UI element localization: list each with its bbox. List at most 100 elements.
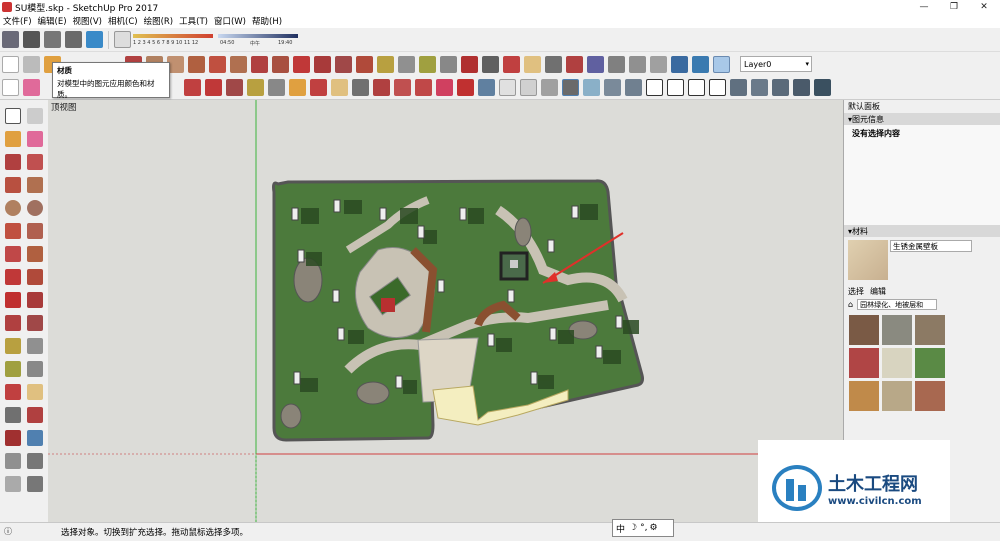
follow-me-icon[interactable]: [27, 291, 43, 308]
swatch[interactable]: [915, 381, 945, 411]
library-select[interactable]: 园林绿化、地被层和: [857, 298, 938, 310]
offset-icon[interactable]: [356, 55, 373, 73]
previous-view-icon[interactable]: [27, 429, 43, 446]
three-point-arc-icon[interactable]: [5, 245, 21, 262]
maximize-button[interactable]: ❐: [940, 0, 968, 14]
paint-tool-icon[interactable]: [289, 79, 306, 96]
tape-measure-icon[interactable]: [5, 337, 21, 354]
scale-tool-icon[interactable]: [226, 79, 243, 96]
section-plane-icon[interactable]: [671, 55, 688, 73]
wireframe-icon[interactable]: [499, 79, 516, 96]
zoom-window-icon[interactable]: [566, 55, 583, 73]
tape-measure-icon[interactable]: [377, 55, 394, 73]
outer-shell-icon[interactable]: [730, 79, 747, 96]
extension-manager-icon[interactable]: [86, 31, 103, 48]
swatch[interactable]: [915, 315, 945, 345]
protractor-icon[interactable]: [419, 55, 436, 73]
orbit-icon[interactable]: [503, 55, 520, 73]
minimize-button[interactable]: —: [910, 0, 938, 14]
position-camera-icon[interactable]: [608, 55, 625, 73]
select-arrow-icon[interactable]: [2, 55, 19, 73]
protractor-icon[interactable]: [5, 360, 21, 377]
swatch[interactable]: [849, 315, 879, 345]
share-component-icon[interactable]: [65, 31, 82, 48]
materials-header[interactable]: ▾ 材料: [844, 225, 1000, 237]
ime-indicator[interactable]: 中 ☽ °, ⚙: [612, 519, 674, 537]
zoom-extents-icon[interactable]: [587, 55, 604, 73]
dimension-icon[interactable]: [27, 337, 43, 354]
offset-icon[interactable]: [27, 314, 43, 331]
subtract-icon[interactable]: [793, 79, 810, 96]
position-camera-icon[interactable]: [5, 452, 21, 469]
pan-tool-icon[interactable]: [331, 79, 348, 96]
photo-textures-icon[interactable]: [457, 79, 474, 96]
tab-edit[interactable]: 编辑: [870, 286, 886, 297]
orbit-tool-icon[interactable]: [310, 79, 327, 96]
axes-icon[interactable]: [461, 55, 478, 73]
add-location-icon[interactable]: [394, 79, 411, 96]
top-view-icon[interactable]: [625, 79, 642, 96]
home-icon[interactable]: ⌂: [848, 300, 853, 309]
menu-view[interactable]: 视图(V): [73, 15, 102, 27]
tape-tool-icon[interactable]: [247, 79, 264, 96]
zoom-extents-icon[interactable]: [5, 429, 21, 446]
pie-icon[interactable]: [27, 245, 43, 262]
two-point-arc-icon[interactable]: [27, 222, 43, 239]
freehand-icon[interactable]: [27, 153, 43, 170]
intersect-icon[interactable]: [751, 79, 768, 96]
xray-icon[interactable]: [478, 79, 495, 96]
monochrome-icon[interactable]: [583, 79, 600, 96]
menu-draw[interactable]: 绘图(R): [144, 15, 174, 27]
back-view-icon[interactable]: [688, 79, 705, 96]
pan-icon[interactable]: [524, 55, 541, 73]
eraser-icon[interactable]: [23, 79, 40, 96]
close-button[interactable]: ✕: [970, 0, 998, 14]
rectangle-icon[interactable]: [5, 176, 21, 193]
circle-icon[interactable]: [5, 199, 21, 216]
rotate-icon[interactable]: [5, 291, 21, 308]
front-view-icon[interactable]: [646, 79, 663, 96]
eraser-icon[interactable]: [27, 130, 43, 147]
polygon-icon[interactable]: [27, 199, 43, 216]
3d-warehouse-icon[interactable]: [2, 31, 19, 48]
material-name-field[interactable]: 生锈金属壁板: [890, 240, 972, 252]
section-cuts-icon[interactable]: [713, 55, 730, 73]
iso-view-icon[interactable]: [604, 79, 621, 96]
arc-icon[interactable]: [5, 222, 21, 239]
shadow-time-scale[interactable]: 1 2 3 4 5 6 7 8 9 10 11 12 04:50 中午 19:4…: [133, 29, 298, 51]
orbit-icon[interactable]: [5, 383, 21, 400]
shaded-textures-icon[interactable]: [562, 79, 579, 96]
entity-info-header[interactable]: ▾ 图元信息: [844, 113, 1000, 125]
component-icon[interactable]: [27, 107, 43, 124]
swatch[interactable]: [849, 381, 879, 411]
select-icon[interactable]: [5, 107, 21, 124]
layer-select[interactable]: Layer0 ▾: [740, 56, 812, 72]
shadows-toggle-icon[interactable]: [114, 31, 131, 48]
zoom-icon[interactable]: [545, 55, 562, 73]
rotated-rect-icon[interactable]: [27, 176, 43, 193]
info-icon[interactable]: ⓘ: [4, 526, 12, 537]
preview-google-earth-icon[interactable]: [436, 79, 453, 96]
three-point-arc-icon[interactable]: [230, 55, 247, 73]
swatch[interactable]: [915, 348, 945, 378]
swatch[interactable]: [882, 315, 912, 345]
left-view-icon[interactable]: [709, 79, 726, 96]
zoom-window-icon[interactable]: [27, 406, 43, 423]
menu-camera[interactable]: 相机(C): [108, 15, 138, 27]
zoom-extents-tool-icon[interactable]: [373, 79, 390, 96]
swatch[interactable]: [882, 381, 912, 411]
pie-icon[interactable]: [209, 55, 226, 73]
rotate-tool-icon[interactable]: [205, 79, 222, 96]
follow-me-icon[interactable]: [314, 55, 331, 73]
extension-warehouse-icon[interactable]: [23, 31, 40, 48]
text-icon[interactable]: [440, 55, 457, 73]
menu-tools[interactable]: 工具(T): [179, 15, 208, 27]
menu-help[interactable]: 帮助(H): [252, 15, 282, 27]
select-tool-icon[interactable]: [2, 79, 19, 96]
3d-text-icon[interactable]: [482, 55, 499, 73]
swatch[interactable]: [882, 348, 912, 378]
right-view-icon[interactable]: [667, 79, 684, 96]
look-around-icon[interactable]: [27, 452, 43, 469]
push-pull-icon[interactable]: [27, 268, 43, 285]
model-viewport[interactable]: 顶视图: [48, 100, 843, 522]
